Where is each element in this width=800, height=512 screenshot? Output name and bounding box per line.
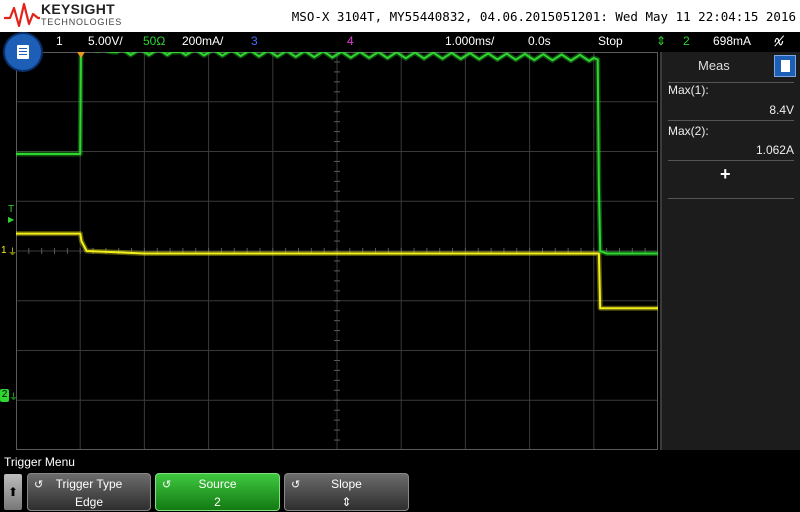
ch1-ground-marker[interactable]: 1 — [1, 245, 7, 257]
waveform-graticule — [16, 52, 658, 450]
timebase-scale[interactable]: 1.000ms/ — [445, 32, 494, 51]
instrument-info: MSO-X 3104T, MY55440832, 04.06.201505120… — [291, 9, 796, 24]
ch2-ground-marker[interactable]: 2 — [0, 389, 9, 402]
softkey-value: Edge — [74, 495, 104, 509]
main-menu-button[interactable] — [5, 34, 41, 70]
add-measurement-button[interactable]: + — [720, 164, 731, 185]
menu-up-button[interactable]: ⬆ — [4, 474, 22, 510]
divider — [668, 198, 794, 199]
brand-name: KEYSIGHT — [41, 1, 115, 17]
meas-title: Meas — [698, 58, 730, 73]
waveform-display[interactable] — [16, 52, 658, 450]
time-delay[interactable]: 0.0s — [528, 32, 551, 51]
softkey-trigger-type[interactable]: ↺ Trigger Type Edge — [27, 473, 151, 511]
divider — [668, 160, 794, 161]
ch1-label[interactable]: 1 — [56, 32, 63, 51]
meas-label[interactable]: Max(1): — [668, 83, 709, 97]
ch1-scale[interactable]: 5.00V/ — [88, 32, 123, 51]
meas-menu-button[interactable] — [774, 55, 796, 77]
up-arrow-icon: ⬆ — [7, 485, 19, 499]
softkey-menu: Trigger Menu ⬆ ↺ Trigger Type Edge ↺ Sou… — [0, 452, 800, 512]
status-bar: 1 5.00V/ 50Ω 200mA/ 3 4 1.000ms/ 0.0s St… — [0, 32, 800, 51]
softkey-value: 2 — [214, 495, 221, 509]
run-state[interactable]: Stop — [598, 32, 623, 51]
softkey-slope[interactable]: ↺ Slope ⇕ — [284, 473, 409, 511]
ch2-scale[interactable]: 200mA/ — [182, 32, 223, 51]
trigger-arrow-icon: ▶ — [8, 215, 15, 224]
softkey-title: Trigger Type — [55, 477, 123, 491]
softkey-source[interactable]: ↺ Source 2 — [155, 473, 280, 511]
menu-title: Trigger Menu — [4, 455, 75, 469]
softkey-title: Source — [198, 477, 237, 491]
top-header: KEYSIGHT TECHNOLOGIES MSO-X 3104T, MY554… — [0, 0, 800, 32]
ch3-label[interactable]: 3 — [251, 32, 258, 51]
softkey-title: Slope — [331, 477, 362, 491]
trigger-level[interactable]: 698mA — [713, 32, 751, 51]
meas-header: Meas — [662, 52, 800, 80]
ground-icon: ⏚ — [8, 247, 18, 257]
wave-gen-icon[interactable]: ∿̸ — [773, 32, 785, 51]
time-reference-marker — [77, 52, 85, 58]
ch4-label[interactable]: 4 — [347, 32, 354, 51]
ground-icon: ⏚ — [9, 392, 19, 402]
divider — [668, 120, 794, 121]
trigger-slope-icon[interactable]: ⇕ — [656, 32, 666, 51]
meas-label[interactable]: Max(2): — [668, 124, 709, 138]
measurement-panel: Meas Max(1): 8.4V Max(2): 1.062A + — [660, 52, 800, 450]
brand-subtitle: TECHNOLOGIES — [41, 17, 123, 27]
meas-value: 1.062A — [755, 143, 794, 157]
meas-value: 8.4V — [769, 103, 794, 117]
ch2-impedance[interactable]: 50Ω — [143, 32, 165, 51]
trigger-source[interactable]: 2 — [683, 32, 690, 51]
softkey-value: ⇕ — [341, 495, 352, 509]
